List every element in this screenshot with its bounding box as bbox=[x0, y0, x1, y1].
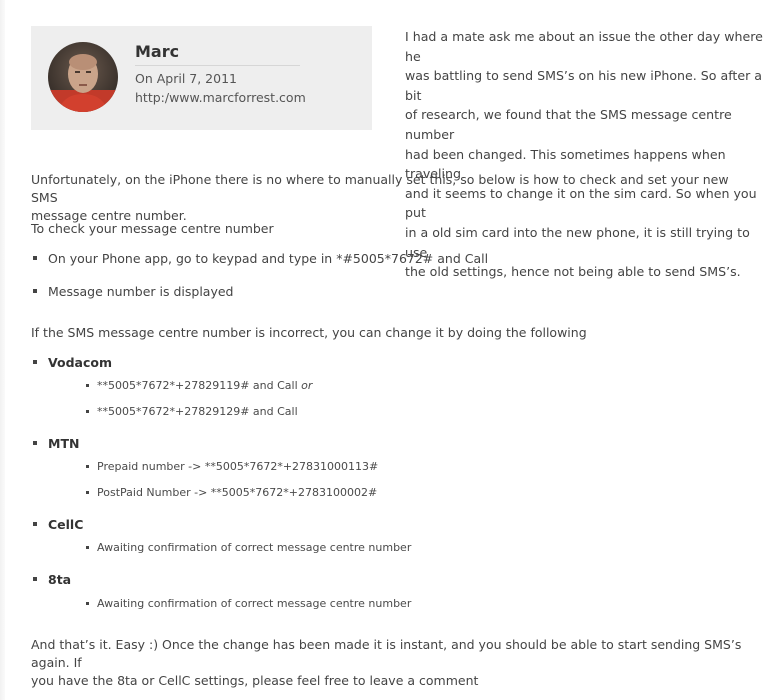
network-item-text: PostPaid Number -> **5005*7672*+27831000… bbox=[97, 486, 378, 499]
sub-bullet-icon bbox=[86, 410, 89, 413]
sub-bullet-icon bbox=[86, 384, 89, 387]
network-name-vodacom: Vodacom bbox=[48, 355, 112, 370]
bullet-icon bbox=[33, 289, 37, 293]
intro-paragraph: I had a mate ask me about an issue the o… bbox=[405, 27, 765, 282]
bullet-icon bbox=[33, 522, 37, 526]
network-item: **5005*7672*+27829129# and Call bbox=[97, 403, 298, 420]
closing-paragraph: And that’s it. Easy :) Once the change h… bbox=[31, 636, 756, 690]
network-item-suffix: or bbox=[301, 379, 313, 392]
change-heading: If the SMS message centre number is inco… bbox=[31, 325, 587, 340]
network-item: Awaiting confirmation of correct message… bbox=[97, 539, 411, 556]
bullet-icon bbox=[33, 256, 37, 260]
network-item-text: Awaiting confirmation of correct message… bbox=[97, 597, 412, 610]
bullet-icon bbox=[33, 577, 37, 581]
sub-bullet-icon bbox=[86, 602, 89, 605]
author-avatar[interactable] bbox=[48, 42, 118, 112]
intro-line: was battling to send SMS’s on his new iP… bbox=[405, 68, 763, 103]
check-heading: To check your message centre number bbox=[31, 221, 274, 236]
check-step: Message number is displayed bbox=[48, 284, 234, 299]
network-item-text: Prepaid number -> **5005*7672*+278310001… bbox=[97, 460, 379, 473]
paragraph-line: Unfortunately, on the iPhone there is no… bbox=[31, 172, 729, 205]
network-item: Awaiting confirmation of correct message… bbox=[97, 595, 411, 612]
sub-bullet-icon bbox=[86, 546, 89, 549]
network-item-text: **5005*7672*+27829129# and Call bbox=[97, 405, 298, 418]
author-box: Marc On April 7, 2011 http:/www.marcforr… bbox=[31, 26, 372, 130]
network-item: Prepaid number -> **5005*7672*+278310001… bbox=[97, 458, 378, 475]
author-divider bbox=[135, 65, 300, 66]
person-avatar-icon bbox=[48, 42, 118, 112]
network-item-text: Awaiting confirmation of correct message… bbox=[97, 541, 412, 554]
check-step: On your Phone app, go to keypad and type… bbox=[48, 251, 489, 266]
network-name-cellc: CellC bbox=[48, 517, 84, 532]
bullet-icon bbox=[33, 360, 37, 364]
paragraph-unfortunately: Unfortunately, on the iPhone there is no… bbox=[31, 171, 756, 225]
sub-bullet-icon bbox=[86, 491, 89, 494]
page-left-edge bbox=[0, 0, 5, 700]
paragraph-line: you have the 8ta or CellC settings, plea… bbox=[31, 673, 479, 688]
network-item-text: **5005*7672*+27829119# and Call bbox=[97, 379, 302, 392]
author-name[interactable]: Marc bbox=[135, 41, 179, 63]
network-name-8ta: 8ta bbox=[48, 572, 72, 587]
paragraph-line: And that’s it. Easy :) Once the change h… bbox=[31, 637, 742, 670]
network-item: PostPaid Number -> **5005*7672*+27831000… bbox=[97, 484, 377, 501]
intro-line: I had a mate ask me about an issue the o… bbox=[405, 29, 763, 64]
network-name-mtn: MTN bbox=[48, 436, 80, 451]
sub-bullet-icon bbox=[86, 465, 89, 468]
bullet-icon bbox=[33, 441, 37, 445]
network-item: **5005*7672*+27829119# and Call or bbox=[97, 377, 312, 394]
post-date: On April 7, 2011 bbox=[135, 71, 237, 86]
author-website-link[interactable]: http:/www.marcforrest.com bbox=[135, 89, 306, 106]
intro-line: of research, we found that the SMS messa… bbox=[405, 107, 732, 142]
